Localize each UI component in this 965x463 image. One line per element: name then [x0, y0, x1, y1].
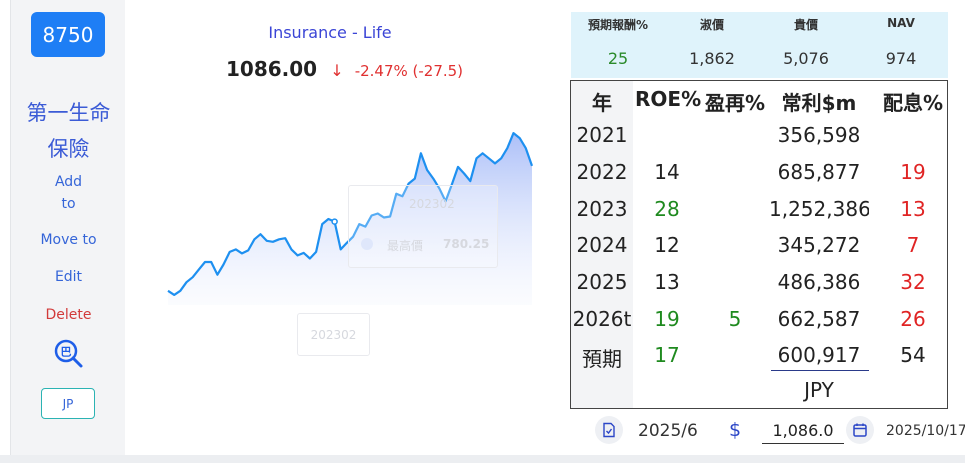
- search-icon[interactable]: 巴: [53, 338, 85, 370]
- current-price: 1086.00: [226, 57, 318, 81]
- header-year: 年: [592, 91, 612, 115]
- chart-tooltip: 202302 最高價 780.25: [348, 185, 498, 268]
- table-row-dividend: 19: [900, 160, 926, 184]
- table-row-income: 345,272: [777, 233, 861, 257]
- expensive-price-value: 5,076: [783, 49, 829, 68]
- sidebar: 8750 第一生命 保險 Add to Move to Edit Delete …: [10, 0, 125, 455]
- expected-return-value: 25: [607, 49, 629, 68]
- table-row-year: 2023: [576, 197, 628, 221]
- table-row-reinvest: 5: [728, 307, 742, 331]
- table-row-roe: 19: [654, 307, 680, 331]
- last-update-date: 2025/10/17: [886, 423, 965, 439]
- price-change: -2.47% (-27.5): [354, 62, 464, 80]
- bottom-bar: 2025/6 $ 2025/10/17: [590, 412, 965, 448]
- price-input[interactable]: [762, 418, 844, 444]
- tooltip-date: 202302: [409, 197, 455, 211]
- document-check-icon[interactable]: [595, 416, 623, 444]
- table-row-income: 356,598: [777, 123, 861, 147]
- axis-tooltip: 202302: [297, 313, 370, 356]
- fair-price-value: 1,862: [689, 49, 735, 68]
- table-row-income: 600,917: [777, 343, 861, 367]
- hover-point: [331, 218, 338, 225]
- table-row-income: 685,877: [777, 160, 861, 184]
- table-row-year: 2022: [576, 160, 628, 184]
- delete-link[interactable]: Delete: [11, 304, 126, 326]
- table-row-dividend: 26: [900, 307, 926, 331]
- market-button[interactable]: JP: [41, 388, 95, 419]
- period-label: 2025/6: [638, 421, 698, 441]
- arrow-down-icon: ↓: [330, 61, 344, 80]
- table-row-income: 1,252,386: [769, 197, 869, 221]
- calendar-icon[interactable]: [846, 416, 874, 444]
- edit-link[interactable]: Edit: [11, 266, 126, 288]
- table-row-dividend: 32: [900, 270, 926, 294]
- table-row-year: 2025: [576, 270, 628, 294]
- table-row-income: 486,386: [777, 270, 861, 294]
- table-row-roe: 28: [654, 197, 680, 221]
- expected-return-label: 預期報酬%: [587, 18, 649, 32]
- tooltip-value: 780.25: [443, 237, 490, 251]
- fair-price-label: 淑價: [699, 18, 724, 32]
- table-row-income: 662,587: [777, 307, 861, 331]
- table-row-year: 預期: [582, 347, 622, 371]
- nav-value: 974: [885, 49, 917, 68]
- table-row-dividend: 54: [900, 343, 926, 367]
- move-to-link[interactable]: Move to: [11, 229, 126, 251]
- bottom-strip: [0, 455, 965, 463]
- table-row-roe: 13: [654, 270, 680, 294]
- table-row-dividend: 7: [906, 233, 920, 257]
- table-row-year: 2026t: [572, 307, 632, 331]
- header-roe: ROE%: [635, 87, 702, 111]
- stock-code-button[interactable]: 8750: [31, 12, 105, 57]
- add-to-line2: to: [61, 196, 76, 212]
- add-to-line1: Add: [54, 174, 83, 190]
- search-icon-glyph: 巴: [61, 346, 72, 359]
- axis-tooltip-date: 202302: [310, 327, 357, 342]
- financials-table: 年 ROE% 盈再% 常利$m 配息% 2021 356,598 2022 14…: [570, 80, 948, 409]
- table-row-roe: 14: [654, 160, 680, 184]
- nav-label: NAV: [887, 16, 915, 30]
- header-reinvest: 盈再%: [704, 91, 766, 115]
- header-income: 常利$m: [781, 91, 857, 115]
- tooltip-series-dot: [361, 238, 373, 250]
- table-row-roe: 12: [654, 233, 680, 257]
- table-row-year: 2024: [576, 233, 628, 257]
- table-row-dividend: 13: [900, 197, 926, 221]
- tooltip-series-label: 最高價: [387, 239, 424, 253]
- company-name-line1: 第一生命: [26, 101, 111, 125]
- dollar-icon: $: [729, 419, 742, 441]
- header-dividend: 配息%: [882, 91, 944, 115]
- sector-label: Insurance - Life: [268, 23, 392, 42]
- price-line: 1086.00 ↓ -2.47% (-27.5): [226, 57, 486, 81]
- expensive-price-label: 貴價: [793, 18, 818, 32]
- table-row-year: 2021: [576, 123, 628, 147]
- currency-label: JPY: [804, 378, 834, 402]
- income-underline: [771, 370, 869, 371]
- company-name-line2: 保險: [47, 137, 90, 161]
- table-row-roe: 17: [654, 343, 680, 367]
- company-name: 第一生命 保險: [11, 95, 126, 167]
- valuation-header: 預期報酬% 淑價 貴價 NAV 25 1,862 5,076 974: [571, 12, 948, 78]
- add-to-link[interactable]: Add to: [11, 171, 126, 215]
